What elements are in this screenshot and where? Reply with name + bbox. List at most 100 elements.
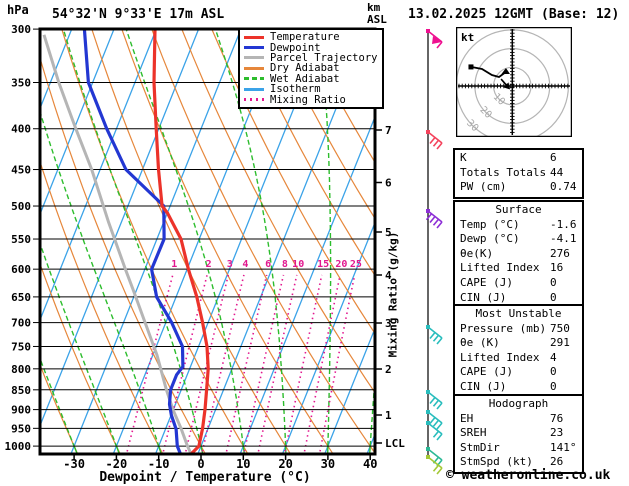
pressure-tick-labels: 300 350 400 450 500 550 600 650 700 750 800 850 900 9…	[5, 23, 40, 453]
svg-text:700: 700	[11, 317, 31, 330]
stat-row: Temp (°C) -1.6	[455, 218, 582, 233]
svg-text:900: 900	[11, 404, 31, 417]
svg-text:1000: 1000	[5, 440, 32, 453]
stat-value: 0.74	[550, 180, 577, 194]
svg-text:450: 450	[11, 164, 31, 177]
stat-table-most-unstable: Most Unstable Pressure (mb) 750 θe (K) 291 Li…	[453, 304, 584, 399]
stat-label: StmDir	[460, 440, 500, 454]
stat-value: 0	[550, 365, 557, 379]
stat-label: Totals Totals	[460, 165, 547, 179]
stat-row: PW (cm) 0.74	[455, 180, 582, 195]
stat-table-indices: K 6 Totals Totals 44 PW (cm) 0.74	[453, 148, 584, 199]
stat-label: K	[460, 151, 467, 164]
svg-text:15: 15	[317, 259, 329, 270]
svg-text:1: 1	[385, 409, 392, 422]
mixing-ratio-axis-label: Mixing Ratio (g/kg)	[386, 231, 400, 358]
stat-label: PW (cm)	[460, 180, 507, 194]
stat-row: θe (K) 291	[455, 336, 582, 351]
stat-value: 4	[550, 350, 557, 364]
stat-label: Temp (°C)	[460, 217, 520, 231]
svg-text:-20: -20	[106, 457, 128, 471]
stat-row: K6	[455, 151, 582, 166]
svg-text:30: 30	[321, 457, 335, 471]
stat-value: 0	[550, 290, 557, 304]
stat-row: Pressure (mb) 750	[455, 322, 582, 337]
stat-label: Dewp (°C)	[460, 232, 520, 246]
parcel-trajectory-swatch	[244, 56, 264, 60]
hodograph-unit-label: kt	[461, 31, 474, 44]
temperature-swatch	[244, 35, 264, 39]
stat-value: -4.1	[550, 232, 577, 246]
stat-label: CIN (J)	[460, 290, 507, 304]
svg-text:8: 8	[282, 259, 288, 270]
hodograph-box: 102030	[456, 27, 572, 137]
svg-text:850: 850	[11, 384, 31, 397]
svg-text:550: 550	[11, 233, 31, 246]
stat-label: Lifted Index	[460, 350, 540, 364]
temperature-axis-label: Dewpoint / Temperature (°C)	[99, 470, 311, 485]
svg-text:-30: -30	[63, 457, 85, 471]
svg-text:500: 500	[11, 200, 31, 213]
stat-label: EH	[460, 411, 474, 425]
stat-table-hodograph: Hodograph EH 76 SREH 23 StmDir 141° StmSpd (kt)…	[453, 394, 584, 474]
stat-label: θe (K)	[460, 336, 500, 350]
svg-text:400: 400	[11, 123, 31, 136]
stat-value: 276	[550, 246, 570, 260]
stat-row: EH 76	[455, 412, 582, 427]
stat-value: 141°	[550, 440, 577, 454]
dewpoint-swatch	[244, 46, 264, 50]
lcl-label: LCL	[385, 437, 405, 450]
legend-label: Temperature	[270, 31, 340, 44]
stat-row: Dewp (°C) -4.1	[455, 232, 582, 247]
stat-row: CIN (J) 0	[455, 380, 582, 395]
svg-text:650: 650	[11, 291, 31, 304]
svg-text:4: 4	[242, 259, 248, 270]
stat-value: 0	[550, 379, 557, 393]
copyright-footer: © weatheronline.co.uk	[446, 468, 611, 483]
stat-row: CAPE (J) 0	[455, 276, 582, 291]
svg-text:600: 600	[11, 263, 31, 276]
legend-box: Temperature Dewpoint Parcel Trajectory Dry …	[238, 28, 384, 109]
stat-value: 6	[550, 151, 557, 164]
stat-label: θe(K)	[460, 246, 494, 260]
stat-label: Lifted Index	[460, 261, 540, 275]
svg-text:0: 0	[197, 457, 204, 471]
svg-text:1: 1	[171, 259, 177, 270]
stat-label: CAPE (J)	[460, 365, 513, 379]
svg-text:10: 10	[292, 259, 304, 270]
svg-text:40: 40	[363, 457, 377, 471]
stat-value: 0	[550, 275, 557, 289]
stat-table-title: Most Unstable	[475, 307, 562, 320]
stat-row: Lifted Index 4	[455, 351, 582, 366]
stat-row: StmDir 141°	[455, 441, 582, 456]
svg-text:300: 300	[11, 23, 31, 36]
temp-tick-labels: -30 -20 -10 0 10 20 30 40	[63, 455, 377, 471]
svg-text:800: 800	[11, 363, 31, 376]
svg-text:950: 950	[11, 422, 31, 435]
stat-row: SREH 23	[455, 426, 582, 441]
stat-label: CIN (J)	[460, 379, 507, 393]
svg-text:20: 20	[278, 457, 292, 471]
stat-row: CIN (J) 0	[455, 291, 582, 306]
stat-table-title: Hodograph	[488, 397, 549, 410]
stat-value: 291	[550, 336, 570, 350]
dry-adiabat-swatch	[244, 66, 264, 70]
svg-text:350: 350	[11, 76, 31, 89]
legend-row: Temperature	[244, 32, 379, 42]
svg-text:6: 6	[385, 177, 392, 190]
svg-text:6: 6	[265, 259, 271, 270]
svg-text:20: 20	[335, 259, 347, 270]
stat-label: SREH	[460, 426, 487, 440]
stat-value: 44	[550, 165, 564, 179]
wet-adiabat-swatch	[244, 77, 264, 81]
stat-table-surface: Surface Temp (°C) -1.6 Dewp (°C) -4.1 θe(K) 27…	[453, 200, 584, 310]
stat-label: Pressure (mb)	[460, 321, 547, 335]
stat-row: Totals Totals 44	[455, 166, 582, 181]
svg-text:-10: -10	[148, 457, 170, 471]
svg-text:3: 3	[227, 259, 233, 270]
stat-row: Lifted Index 16	[455, 261, 582, 276]
legend-label: Dry Adiabat	[270, 62, 340, 75]
legend-row: Isotherm	[244, 84, 379, 94]
stat-value: 16	[550, 261, 564, 275]
stat-table-title: Surface	[495, 203, 542, 216]
